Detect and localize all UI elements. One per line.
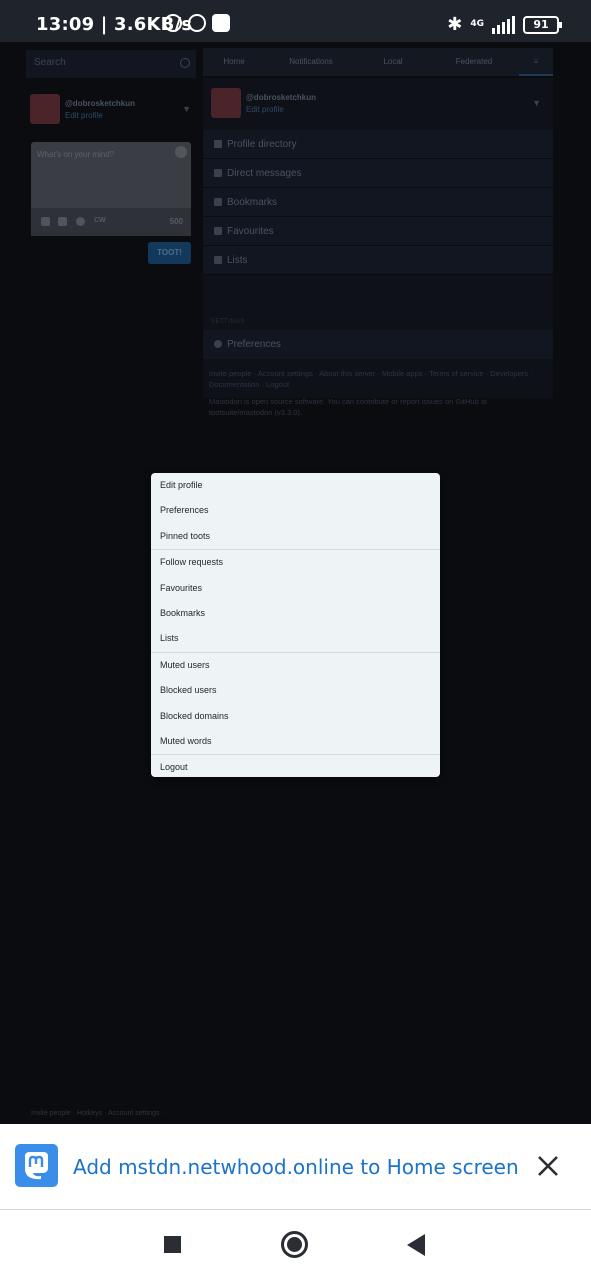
poll-icon[interactable]	[58, 217, 67, 226]
notification-icons	[164, 14, 230, 32]
menu-item-muted-users[interactable]: Muted users	[151, 653, 440, 678]
menu-item-bookmarks[interactable]: Bookmarks	[151, 601, 440, 626]
chevron-down-icon[interactable]: ▼	[182, 104, 191, 114]
footer-links[interactable]: Invite people · Hotkeys · Account settin…	[31, 1110, 164, 1117]
menu-item-blocked-users[interactable]: Blocked users	[151, 678, 440, 703]
source-note: Mastodon is open source software. You ca…	[209, 397, 488, 417]
account-dropdown-menu: Edit profile Preferences Pinned toots Fo…	[151, 473, 440, 777]
back-icon[interactable]	[407, 1234, 425, 1256]
app-notification-icon	[212, 14, 230, 32]
panel-link-list[interactable]: Invite people · Account settings · About…	[209, 368, 549, 390]
network-type: 4G	[470, 19, 484, 29]
menu-item-edit-profile[interactable]: Edit profile	[151, 473, 440, 498]
recents-icon[interactable]	[164, 1236, 181, 1253]
battery-icon: 91	[523, 15, 562, 34]
menu-item-follow-requests[interactable]: Follow requests	[151, 550, 440, 575]
tab-federated[interactable]: Federated	[429, 48, 519, 76]
search-icon	[180, 58, 190, 68]
navigation-panel: @dobrosketchkun Edit profile ▼ Profile d…	[203, 78, 553, 417]
system-nav-bar	[0, 1210, 591, 1280]
add-to-home-banner[interactable]: Add mstdn.netwhood.online to Home screen	[0, 1124, 591, 1210]
cw-button[interactable]: CW	[94, 217, 106, 224]
menu-item-muted-words[interactable]: Muted words	[151, 729, 440, 754]
compose-box[interactable]: What's on your mind? CW 500	[31, 142, 191, 236]
panel-avatar[interactable]	[211, 88, 241, 118]
menu-item-preferences[interactable]: Preferences	[151, 498, 440, 523]
column-tabs: Home Notifications Local Federated ≡	[203, 48, 553, 76]
toot-button[interactable]: TOOT!	[148, 242, 191, 264]
menu-item-favourites[interactable]: Favourites	[151, 576, 440, 601]
nav-preferences[interactable]: Preferences	[203, 330, 553, 359]
menu-item-logout[interactable]: Logout	[151, 755, 440, 780]
close-icon[interactable]	[536, 1154, 560, 1178]
character-count: 500	[169, 217, 183, 226]
home-icon[interactable]	[281, 1231, 308, 1258]
edit-profile-link[interactable]: Edit profile	[65, 111, 103, 120]
system-icons: ✱ 4G 91	[447, 14, 562, 35]
emoji-icon[interactable]	[175, 146, 187, 158]
nav-direct-messages[interactable]: Direct messages	[203, 159, 553, 188]
panel-chevron-down-icon[interactable]: ▼	[532, 98, 541, 108]
panel-account-handle: @dobrosketchkun	[246, 93, 317, 102]
status-bar: 13:09 | 3.6KB/s ✱ 4G 91	[0, 0, 591, 42]
nav-lists[interactable]: Lists	[203, 246, 553, 275]
nav-favourites[interactable]: Favourites	[203, 217, 553, 246]
bluetooth-icon: ✱	[447, 14, 463, 35]
nav-profile-directory[interactable]: Profile directory	[203, 130, 553, 159]
attach-icon[interactable]	[41, 217, 50, 226]
hamburger-icon[interactable]: ≡	[519, 48, 553, 76]
alarm-icon	[164, 14, 182, 32]
account-header[interactable]: @dobrosketchkun Edit profile ▼	[30, 94, 195, 128]
signal-icon	[492, 15, 515, 34]
compose-toolbar: CW 500	[31, 208, 191, 236]
tab-notifications[interactable]: Notifications	[265, 48, 357, 76]
search-placeholder: Search	[34, 57, 66, 68]
globe-icon[interactable]	[76, 217, 85, 226]
menu-item-pinned-toots[interactable]: Pinned toots	[151, 524, 440, 549]
add-to-home-text[interactable]: Add mstdn.netwhood.online to Home screen	[73, 1155, 519, 1179]
nav-list: Profile directory Direct messages Bookma…	[203, 130, 553, 275]
account-handle: @dobrosketchkun	[65, 99, 136, 108]
panel-links: Invite people · Account settings · About…	[209, 368, 549, 418]
menu-item-blocked-domains[interactable]: Blocked domains	[151, 704, 440, 729]
compose-placeholder: What's on your mind?	[37, 150, 115, 159]
mastodon-icon	[15, 1144, 58, 1187]
tab-local[interactable]: Local	[357, 48, 429, 76]
search-input[interactable]: Search	[26, 50, 196, 78]
menu-item-lists[interactable]: Lists	[151, 626, 440, 651]
panel-account-header[interactable]: @dobrosketchkun Edit profile ▼	[211, 88, 545, 122]
panel-edit-profile-link[interactable]: Edit profile	[246, 105, 284, 114]
tab-home[interactable]: Home	[203, 48, 265, 76]
spotify-icon	[188, 14, 206, 32]
settings-header: SETTINGS	[211, 319, 246, 325]
nav-bookmarks[interactable]: Bookmarks	[203, 188, 553, 217]
avatar[interactable]	[30, 94, 60, 124]
